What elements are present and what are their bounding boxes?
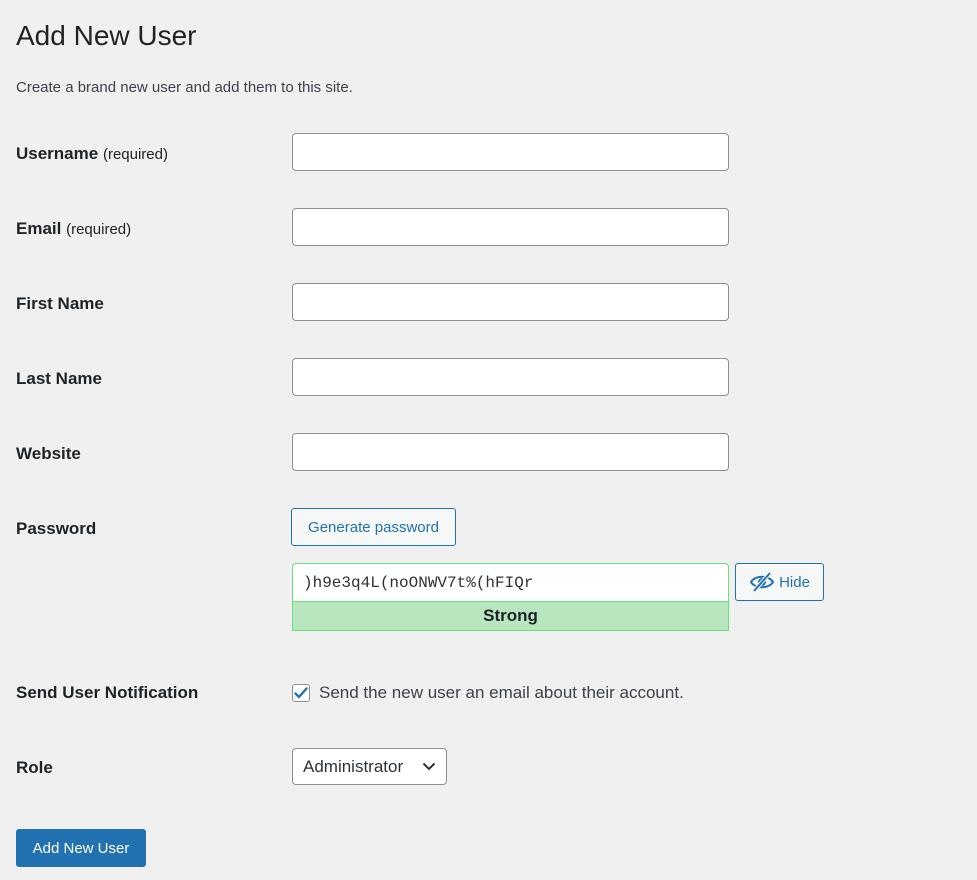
- website-input[interactable]: [292, 433, 729, 471]
- email-label: Email (required): [16, 218, 131, 241]
- add-new-user-button[interactable]: Add New User: [16, 829, 146, 867]
- email-input[interactable]: [292, 208, 729, 246]
- send-notification-text: Send the new user an email about their a…: [319, 683, 684, 702]
- notification-label: Send User Notification: [16, 683, 199, 702]
- checkmark-icon: [294, 687, 308, 699]
- role-selected-value: Administrator: [303, 756, 404, 776]
- role-select[interactable]: Administrator: [292, 748, 447, 785]
- notification-option: Send the new user an email about their a…: [292, 683, 684, 703]
- password-label: Password: [16, 519, 97, 538]
- website-label: Website: [16, 444, 81, 463]
- username-input[interactable]: [292, 133, 729, 171]
- email-label-text: Email: [16, 219, 62, 238]
- generate-password-button[interactable]: Generate password: [291, 508, 456, 546]
- last-name-input[interactable]: [292, 358, 729, 396]
- page-title: Add New User: [16, 20, 197, 51]
- username-label: Username (required): [16, 143, 168, 166]
- last-name-label: Last Name: [16, 369, 102, 388]
- username-label-text: Username: [16, 144, 99, 163]
- email-required-note: (required): [66, 221, 132, 238]
- first-name-input[interactable]: [292, 283, 729, 321]
- password-input[interactable]: [292, 563, 729, 601]
- password-field-group: Strong: [292, 563, 729, 631]
- page-description: Create a brand new user and add them to …: [16, 79, 353, 96]
- chevron-down-icon: [422, 762, 436, 771]
- first-name-label: First Name: [16, 294, 104, 313]
- hide-password-label: Hide: [779, 573, 810, 591]
- eye-slash-icon: [749, 571, 775, 593]
- username-required-note: (required): [102, 146, 168, 163]
- role-label: Role: [16, 758, 53, 777]
- send-notification-checkbox[interactable]: [292, 684, 310, 702]
- password-strength-meter: Strong: [292, 601, 729, 631]
- hide-password-button[interactable]: Hide: [735, 563, 824, 601]
